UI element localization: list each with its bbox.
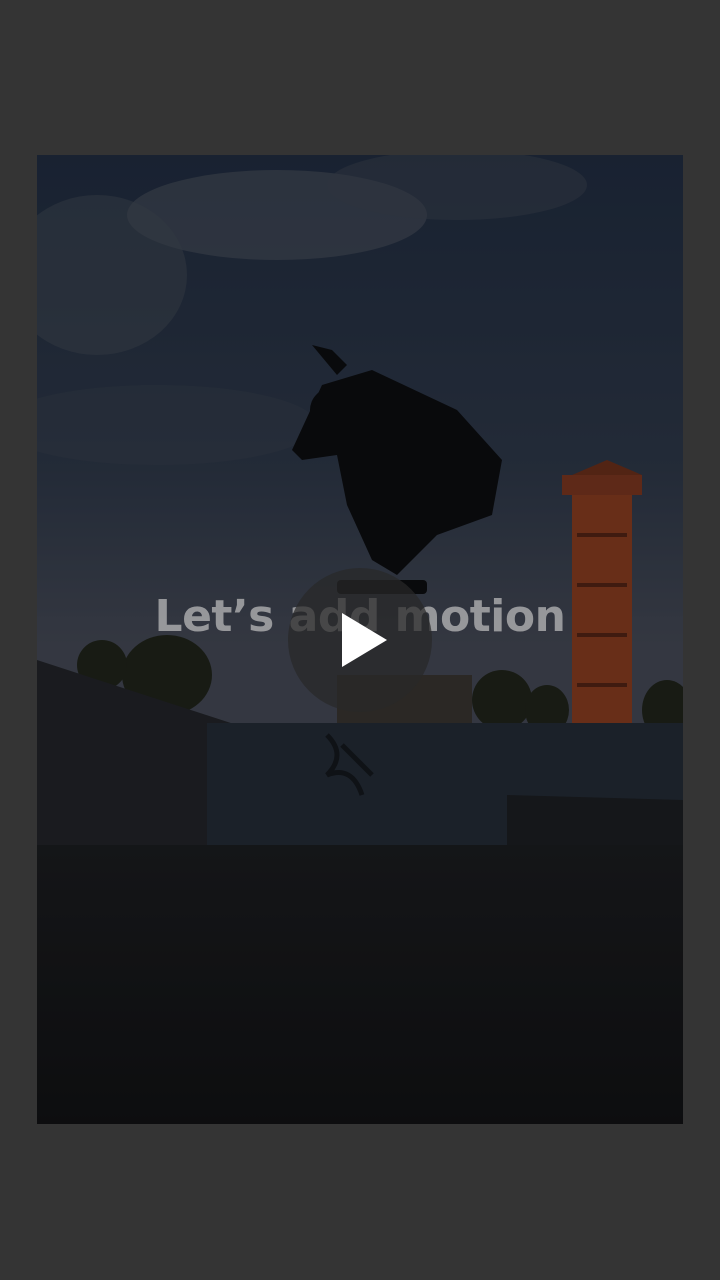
play-button[interactable] bbox=[288, 568, 432, 712]
video-preview[interactable]: Let’s add motion bbox=[37, 155, 683, 1124]
play-icon bbox=[342, 613, 387, 667]
screen: Let’s add motion bbox=[0, 0, 720, 1280]
